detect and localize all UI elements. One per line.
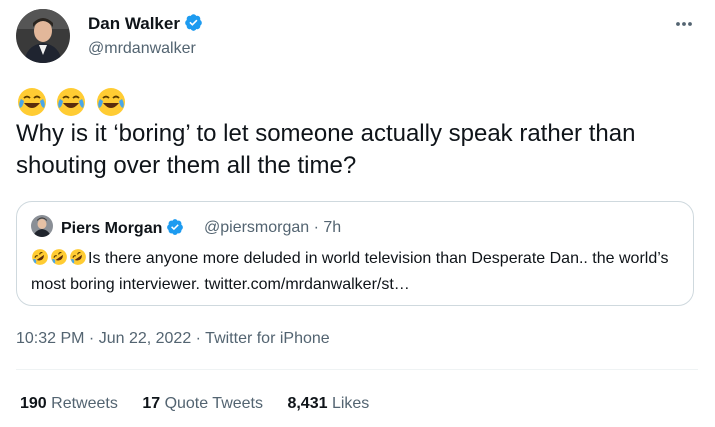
rolling-laughing-emoji-icon [50,248,68,273]
tears-of-joy-emoji-icon [96,88,125,116]
quoted-avatar[interactable] [31,215,53,237]
quoted-author-name[interactable]: Piers Morgan [61,218,184,241]
tweet-emojis [16,86,130,118]
quoted-tweet[interactable]: Piers Morgan @piersmorgan · 7h Is there … [16,201,694,306]
more-horizontal-icon [676,22,692,26]
tweet-time[interactable]: 10:32 PM [16,330,84,347]
retweets-count: 190 [20,395,47,412]
retweets-label: Retweets [51,395,118,412]
tears-of-joy-emoji-icon [57,88,86,116]
author-handle[interactable]: @mrdanwalker [88,40,196,58]
tweet: Dan Walker @mrdanwalker Why is it ‘borin… [0,0,715,427]
quote-tweets-label: Quote Tweets [164,395,263,412]
likes-stat[interactable]: 8,431 Likes [287,395,369,413]
tweet-meta: 10:32 PM · Jun 22, 2022 · Twitter for iP… [16,330,330,348]
meta-separator: · [84,330,99,347]
quoted-author-name-text[interactable]: Piers Morgan [61,220,162,237]
likes-count: 8,431 [287,395,328,412]
tweet-stats: 190 Retweets 17 Quote Tweets 8,431 Likes [20,395,389,413]
tears-of-joy-emoji-icon [18,88,46,116]
tweet-source[interactable]: Twitter for iPhone [205,330,330,347]
meta-separator: · [191,330,206,347]
quoted-text-body: Is there anyone more deluded in world te… [31,250,669,293]
author-name-text[interactable]: Dan Walker [88,14,180,33]
likes-label: Likes [331,395,370,412]
quoted-text: Is there anyone more deluded in world te… [31,247,681,296]
quote-tweets-stat[interactable]: 17 Quote Tweets [142,395,263,413]
verified-badge-icon [166,218,184,241]
tweet-date[interactable]: Jun 22, 2022 [99,330,192,347]
author-name[interactable]: Dan Walker [88,13,203,37]
tweet-text: Why is it ‘boring’ to let someone actual… [16,120,636,179]
rolling-laughing-emoji-icon [69,248,87,273]
quote-tweets-count: 17 [142,395,161,412]
verified-badge-icon [184,13,203,37]
more-button[interactable] [670,14,698,34]
quoted-handle-time[interactable]: @piersmorgan · 7h [204,219,341,237]
rolling-laughing-emoji-icon [31,248,49,273]
divider [16,369,698,370]
avatar[interactable] [16,9,70,63]
retweets-stat[interactable]: 190 Retweets [20,395,118,413]
